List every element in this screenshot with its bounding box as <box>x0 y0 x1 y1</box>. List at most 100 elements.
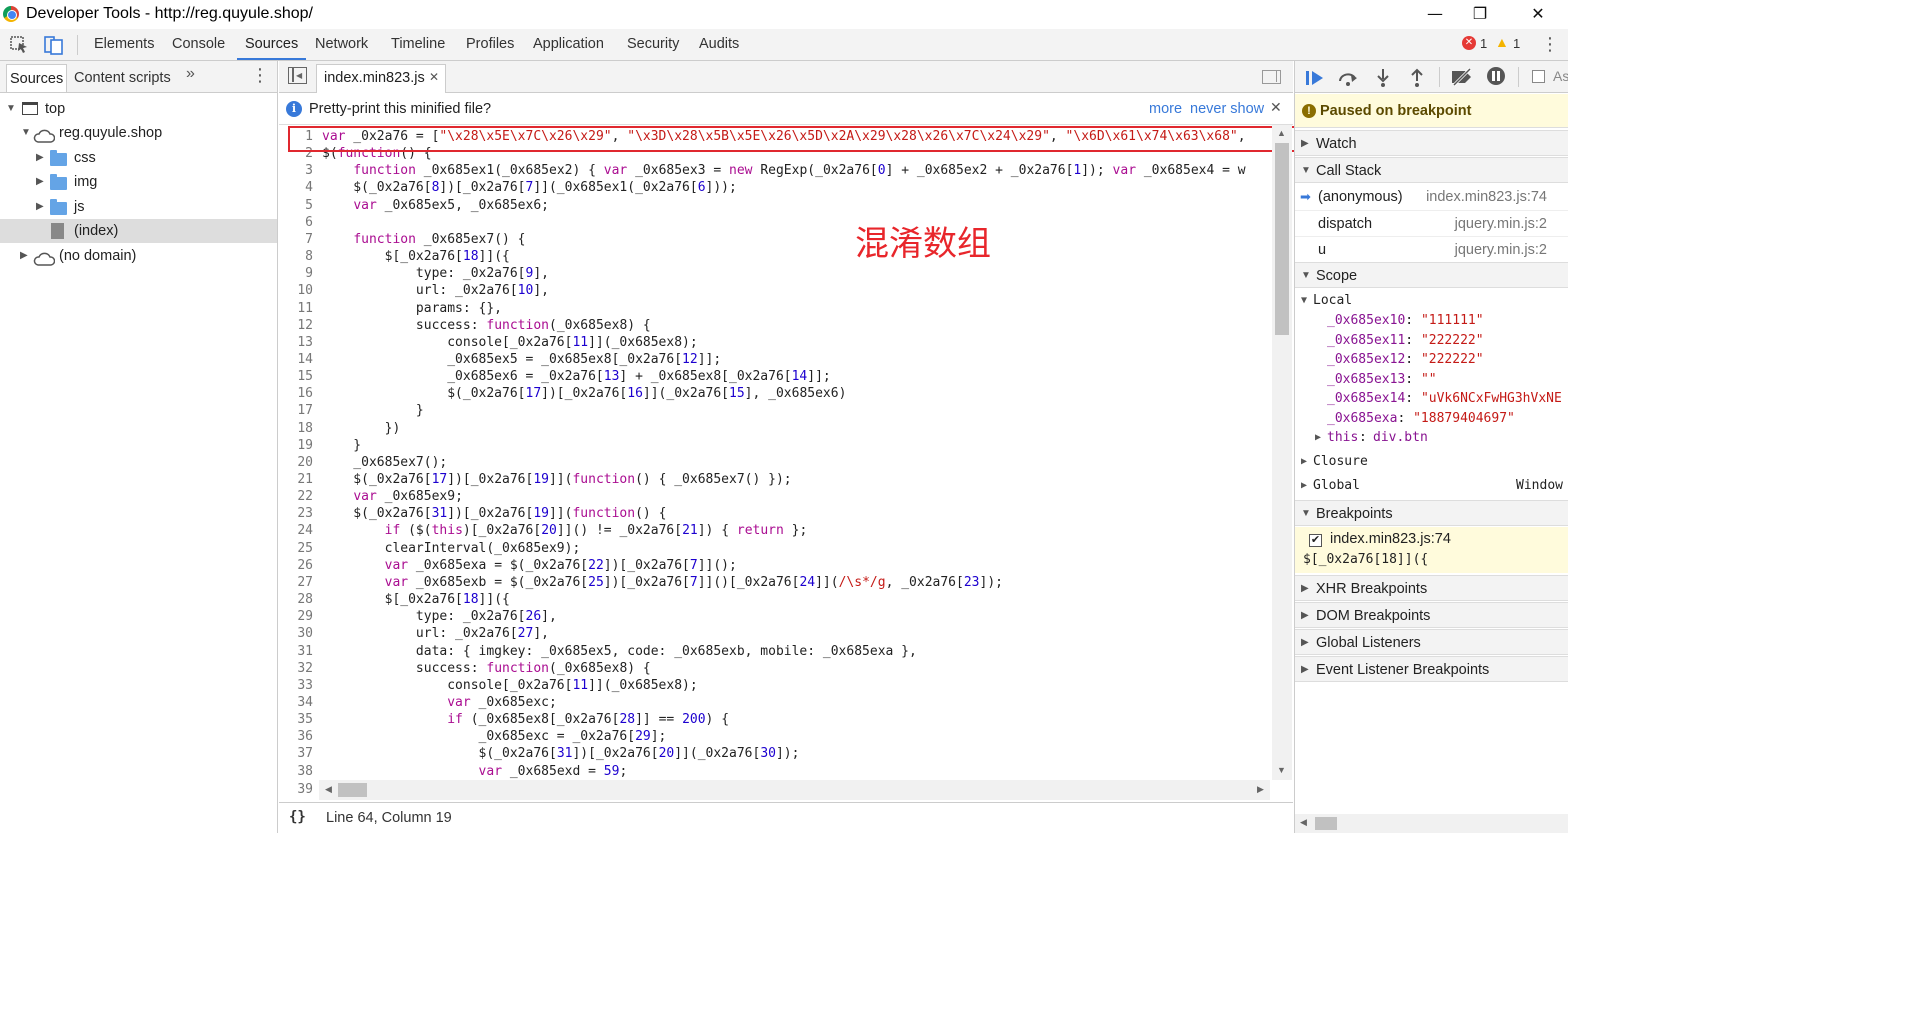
line-number[interactable]: 24 <box>279 523 313 538</box>
tab-application[interactable]: Application <box>533 29 604 60</box>
line-number[interactable]: 21 <box>279 472 313 487</box>
pretty-print-button[interactable]: {} <box>289 809 306 825</box>
line-number[interactable]: 31 <box>279 644 313 659</box>
inspect-element-icon[interactable] <box>10 36 30 54</box>
scope-local[interactable]: ▼ Local <box>1295 291 1568 311</box>
step-into-icon[interactable] <box>1375 68 1391 91</box>
resume-icon[interactable] <box>1305 69 1325 90</box>
call-frame[interactable]: dispatch jquery.min.js:2 <box>1295 210 1568 236</box>
scope-variable[interactable]: _0x685ex10: "111111" <box>1295 311 1568 331</box>
tab-network[interactable]: Network <box>315 29 368 60</box>
tree-item-index[interactable]: (index) <box>0 219 277 243</box>
deactivate-breakpoints-icon[interactable] <box>1450 67 1474 89</box>
line-number[interactable]: 16 <box>279 386 313 401</box>
scroll-up-arrow-icon[interactable]: ▲ <box>1277 128 1286 138</box>
navigator-menu-icon[interactable]: ⋮ <box>251 65 269 86</box>
async-checkbox[interactable] <box>1532 70 1545 83</box>
scope-variable[interactable]: _0x685ex12: "222222" <box>1295 350 1568 370</box>
scope-variable[interactable]: _0x685ex11: "222222" <box>1295 331 1568 351</box>
tab-nav-sources[interactable]: Sources <box>6 64 68 92</box>
line-number[interactable]: 30 <box>279 626 313 641</box>
line-number[interactable]: 22 <box>279 489 313 504</box>
line-number[interactable]: 34 <box>279 695 313 710</box>
tree-item-domain[interactable]: ▼ reg.quyule.shop <box>0 121 277 145</box>
tree-item-css[interactable]: ▶ css <box>0 146 277 170</box>
scope-this[interactable]: ▶ this : div.btn <box>1295 428 1568 448</box>
line-number[interactable]: 13 <box>279 335 313 350</box>
scope-section-header[interactable]: ▼ Scope <box>1295 262 1568 288</box>
line-number[interactable]: 3 <box>279 163 313 178</box>
tree-item-js[interactable]: ▶ js <box>0 195 277 219</box>
call-frame[interactable]: u jquery.min.js:2 <box>1295 236 1568 262</box>
infobar-never-show-link[interactable]: never show <box>1190 101 1264 117</box>
line-number[interactable]: 4 <box>279 180 313 195</box>
line-number[interactable]: 7 <box>279 232 313 247</box>
line-number[interactable]: 18 <box>279 421 313 436</box>
line-number[interactable]: 9 <box>279 266 313 281</box>
line-number[interactable]: 32 <box>279 661 313 676</box>
frame-location[interactable]: jquery.min.js:2 <box>1455 211 1547 237</box>
line-number[interactable]: 1 <box>279 129 313 144</box>
call-stack-section-header[interactable]: ▼ Call Stack <box>1295 157 1568 183</box>
frame-location[interactable]: jquery.min.js:2 <box>1455 237 1547 263</box>
scope-global[interactable]: ▶ Global Window <box>1295 476 1568 496</box>
line-number[interactable]: 33 <box>279 678 313 693</box>
more-tabs-icon[interactable]: » <box>186 65 195 83</box>
tab-audits[interactable]: Audits <box>699 29 739 60</box>
scroll-right-arrow-icon[interactable]: ▶ <box>1257 784 1264 795</box>
scroll-left-arrow-icon[interactable]: ◀ <box>1300 817 1307 828</box>
dom-breakpoints-header[interactable]: ▶ DOM Breakpoints <box>1295 602 1568 628</box>
frame-location[interactable]: index.min823.js:74 <box>1426 184 1547 210</box>
scope-variable[interactable]: _0x685ex13: "" <box>1295 370 1568 390</box>
line-number[interactable]: 27 <box>279 575 313 590</box>
line-number[interactable]: 28 <box>279 592 313 607</box>
tab-sources[interactable]: Sources <box>237 29 307 60</box>
step-over-icon[interactable] <box>1337 69 1359 90</box>
step-out-icon[interactable] <box>1409 68 1425 91</box>
scroll-left-arrow-icon[interactable]: ◀ <box>325 784 332 795</box>
tab-profiles[interactable]: Profiles <box>466 29 514 60</box>
breakpoint-item[interactable]: ✔ index.min823.js:74 $[_0x2a76[18]]({ <box>1295 527 1568 573</box>
line-number[interactable]: 20 <box>279 455 313 470</box>
line-number[interactable]: 29 <box>279 609 313 624</box>
warning-icon[interactable]: ▲ <box>1495 34 1509 50</box>
line-number[interactable]: 10 <box>279 283 313 298</box>
code-area[interactable]: 1 var _0x2a76 = ["\x28\x5E\x7C\x26\x29", … <box>279 125 1272 780</box>
error-count[interactable]: 1 <box>1480 36 1487 51</box>
toggle-debugger-icon[interactable] <box>1262 70 1281 84</box>
restore-button[interactable]: ❐ <box>1451 0 1509 29</box>
breakpoints-section-header[interactable]: ▼ Breakpoints <box>1295 500 1568 526</box>
file-tab[interactable]: index.min823.js ✕ <box>316 64 446 93</box>
tab-content-scripts[interactable]: Content scripts <box>74 64 171 92</box>
watch-section-header[interactable]: ▶ Watch <box>1295 130 1568 156</box>
line-number[interactable]: 26 <box>279 558 313 573</box>
event-listener-breakpoints-header[interactable]: ▶ Event Listener Breakpoints <box>1295 656 1568 682</box>
infobar-more-link[interactable]: more <box>1149 101 1182 117</box>
line-number[interactable]: 35 <box>279 712 313 727</box>
tree-item-img[interactable]: ▶ img <box>0 170 277 194</box>
tree-item-no-domain[interactable]: ▶ (no domain) <box>0 244 277 268</box>
horizontal-scroll-thumb[interactable] <box>1315 817 1337 830</box>
tab-security[interactable]: Security <box>627 29 679 60</box>
line-number[interactable]: 17 <box>279 403 313 418</box>
warning-count[interactable]: 1 <box>1513 36 1520 51</box>
toggle-navigator-icon[interactable]: ◀ <box>288 67 307 84</box>
sidebar-horizontal-scrollbar[interactable]: ◀ <box>1295 814 1568 833</box>
horizontal-scrollbar[interactable]: ◀ ▶ <box>319 780 1270 800</box>
line-number[interactable]: 5 <box>279 198 313 213</box>
breakpoint-checkbox[interactable]: ✔ <box>1309 534 1322 547</box>
error-icon[interactable]: ✕ <box>1462 36 1476 50</box>
scope-variable[interactable]: _0x685ex14: "uVk6NCxFwHG3hVxNE <box>1295 389 1568 409</box>
tab-timeline[interactable]: Timeline <box>391 29 445 60</box>
scope-variable[interactable]: _0x685exa: "18879404697" <box>1295 409 1568 429</box>
line-number[interactable]: 12 <box>279 318 313 333</box>
infobar-close-icon[interactable]: ✕ <box>1270 99 1282 116</box>
global-listeners-header[interactable]: ▶ Global Listeners <box>1295 629 1568 655</box>
vertical-scroll-thumb[interactable] <box>1275 143 1289 335</box>
line-number[interactable]: 36 <box>279 729 313 744</box>
scroll-down-arrow-icon[interactable]: ▼ <box>1277 765 1286 775</box>
tab-console[interactable]: Console <box>172 29 225 60</box>
close-tab-icon[interactable]: ✕ <box>429 70 439 84</box>
line-number[interactable]: 14 <box>279 352 313 367</box>
line-number[interactable]: 8 <box>279 249 313 264</box>
